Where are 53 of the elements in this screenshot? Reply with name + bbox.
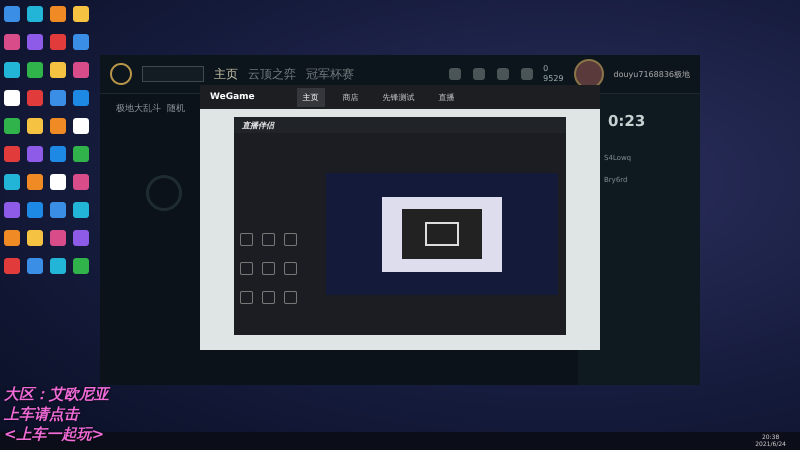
queue-timer: 0:23 (608, 112, 646, 130)
launcher-tab[interactable]: 主页 (296, 88, 325, 106)
desktop-shortcut-icon[interactable] (4, 90, 20, 106)
tool-icon[interactable] (284, 291, 297, 304)
currency-amount: 9529 (543, 74, 564, 84)
game-submode: 随机 (167, 102, 185, 115)
desktop-shortcut-icon[interactable] (27, 174, 43, 190)
nav-tab[interactable]: 主页 (214, 66, 238, 82)
overlay-caption: 上车请点击 (4, 404, 82, 424)
desktop-shortcut-icon[interactable] (73, 118, 89, 134)
tool-icon[interactable] (240, 262, 253, 275)
desktop-shortcut-icon[interactable] (50, 62, 66, 78)
game-logo-icon (110, 63, 132, 85)
desktop-shortcut-icon[interactable] (73, 6, 89, 22)
nav-tab[interactable]: 冠军杯赛 (306, 66, 354, 82)
launcher-tab[interactable]: 先锋测试 (376, 88, 421, 106)
desktop-shortcut-icon[interactable] (73, 258, 89, 274)
app-title: 直播伴侣 (242, 120, 274, 130)
launcher-logo: WeGame (210, 92, 255, 102)
tool-icon[interactable] (262, 291, 275, 304)
tool-icon[interactable] (284, 233, 297, 246)
tool-icon[interactable] (240, 291, 253, 304)
desktop-shortcut-icon[interactable] (4, 174, 20, 190)
desktop-shortcut-icon[interactable] (50, 258, 66, 274)
tool-icon[interactable] (262, 262, 275, 275)
desktop-shortcut-icon[interactable] (50, 174, 66, 190)
tool-icon[interactable] (240, 233, 253, 246)
overlay-caption: <上车一起玩> (4, 424, 106, 444)
currency-amount: 0 (543, 64, 550, 74)
desktop-shortcut-icon[interactable] (27, 230, 43, 246)
nav-tab[interactable]: 云顶之弈 (248, 66, 296, 82)
launcher-tab[interactable]: 直播 (432, 88, 461, 106)
desktop-shortcut-icon[interactable] (27, 6, 43, 22)
desktop-shortcut-icon[interactable] (50, 118, 66, 134)
toolbar-icon[interactable] (449, 68, 462, 80)
toolbar-icon[interactable] (473, 68, 486, 80)
tool-icon[interactable] (262, 233, 275, 246)
launcher-tab[interactable]: 商店 (336, 88, 365, 106)
game-mode: 极地大乱斗 (116, 102, 161, 115)
username: douyu7168836极地 (614, 68, 690, 80)
desktop-shortcut-icon[interactable] (27, 62, 43, 78)
toolbar-icon[interactable] (521, 68, 534, 80)
overlay-caption: 大区：艾欧尼亚 (4, 384, 109, 404)
desktop-shortcut-icon[interactable] (4, 62, 20, 78)
ring-icon (146, 175, 182, 211)
desktop-shortcut-icon[interactable] (73, 202, 89, 218)
desktop-shortcut-icon[interactable] (73, 146, 89, 162)
desktop-shortcut-icon[interactable] (4, 118, 20, 134)
desktop-shortcut-icon[interactable] (4, 230, 20, 246)
tool-icon[interactable] (284, 262, 297, 275)
desktop-shortcut-icon[interactable] (27, 118, 43, 134)
toolbar-icon[interactable] (497, 68, 510, 80)
desktop-shortcut-icon[interactable] (50, 6, 66, 22)
